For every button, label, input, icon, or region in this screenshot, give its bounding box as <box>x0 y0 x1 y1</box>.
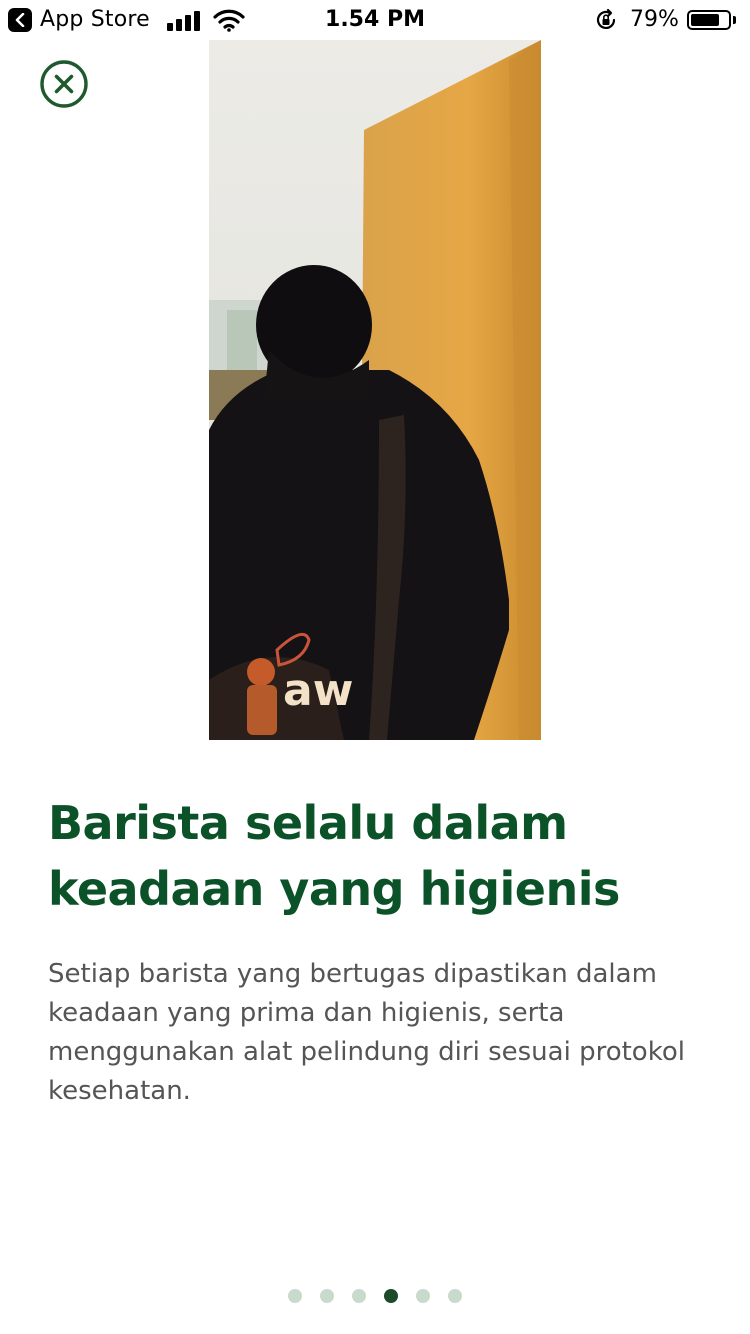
pagination-dot-active[interactable] <box>384 1289 398 1303</box>
close-button[interactable] <box>40 60 88 108</box>
pagination-dot[interactable] <box>352 1289 366 1303</box>
battery-tip <box>733 16 736 24</box>
pagination-dot[interactable] <box>416 1289 430 1303</box>
pagination-dot[interactable] <box>288 1289 302 1303</box>
onboarding-screen: App Store 1.54 PM 79% aw Barista selalu … <box>0 0 750 1334</box>
status-bar: App Store 1.54 PM 79% <box>0 0 750 40</box>
pagination-dot[interactable] <box>320 1289 334 1303</box>
battery-level-fill <box>691 14 719 26</box>
slide-title: Barista selalu dalam keadaan yang higien… <box>48 796 620 916</box>
pagination-dot[interactable] <box>448 1289 462 1303</box>
pagination-dots <box>0 1289 750 1305</box>
barista-photo: Wa aw /T <box>209 40 541 740</box>
orientation-lock-icon <box>596 8 616 29</box>
battery-percentage: 79% <box>630 7 679 32</box>
battery-icon <box>687 10 731 30</box>
close-circle-icon <box>40 60 88 108</box>
svg-text:aw: aw <box>283 665 353 716</box>
slide-description: Setiap barista yang bertugas dipastikan … <box>48 959 685 1106</box>
barista-video[interactable]: Wa aw /T <box>209 40 541 740</box>
